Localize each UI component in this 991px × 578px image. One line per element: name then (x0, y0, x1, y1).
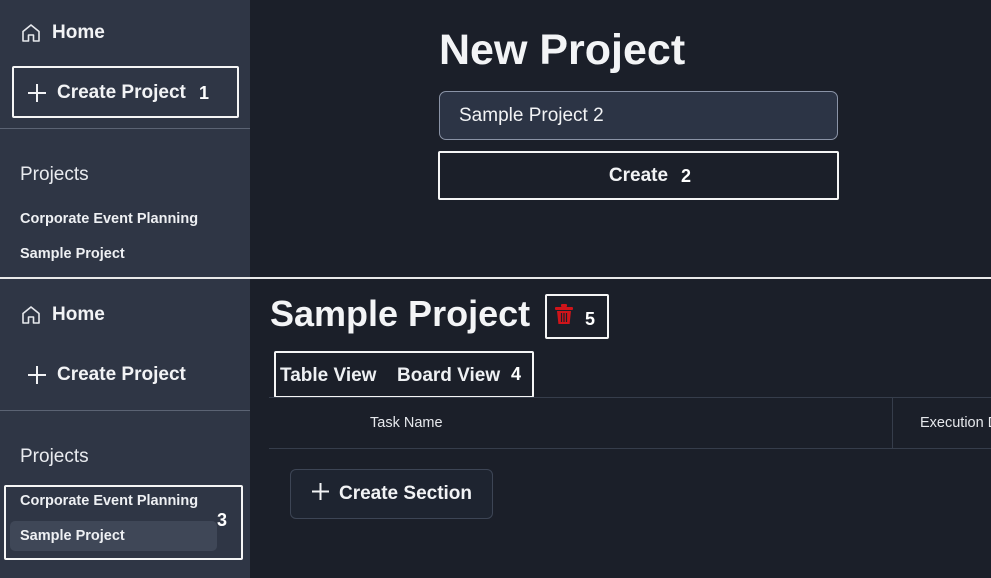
nav-home[interactable]: Home (20, 304, 105, 326)
column-header-execution-date: Execution D (920, 415, 991, 431)
nav-home[interactable]: Home (20, 22, 105, 44)
annotation-number-4: 4 (511, 364, 522, 384)
annotation-number-5: 5 (585, 309, 596, 329)
plus-icon (311, 482, 330, 507)
annotation-number-2: 2 (681, 166, 692, 186)
projects-heading: Projects (20, 164, 89, 185)
project-view: Sample Project 5 Table View Board View 4… (250, 279, 991, 578)
page-title: New Project (439, 26, 686, 74)
sidebar-project-corporate-event-planning[interactable]: Corporate Event Planning (20, 211, 198, 227)
annotation-box-5 (545, 294, 609, 339)
sidebar-divider (0, 410, 250, 411)
table-header-top-border (269, 397, 991, 398)
annotation-number-1: 1 (199, 83, 210, 103)
new-project-form: New Project Create 2 (250, 0, 991, 279)
project-title: Sample Project (270, 293, 531, 334)
nav-home-label: Home (52, 304, 105, 325)
projects-heading: Projects (20, 446, 89, 467)
nav-home-label: Home (52, 22, 105, 43)
sidebar-divider (0, 128, 250, 129)
sidebar: Home Create Project Projects Corporate E… (0, 279, 250, 578)
sidebar-project-sample-project[interactable]: Sample Project (20, 246, 125, 262)
home-icon (20, 304, 42, 326)
top-panel: Home Create Project 1 Projects Corporate… (0, 0, 991, 279)
plus-icon (27, 365, 47, 385)
create-project-label: Create Project (57, 364, 186, 385)
annotation-box-2 (438, 151, 839, 200)
column-header-task-name: Task Name (370, 415, 443, 431)
create-project-button[interactable]: Create Project (27, 364, 186, 386)
home-icon (20, 22, 42, 44)
annotation-box-3 (4, 485, 243, 560)
annotation-box-4 (274, 351, 534, 398)
annotation-number-3: 3 (217, 510, 228, 530)
bottom-panel: Home Create Project Projects Corporate E… (0, 279, 991, 578)
create-section-label: Create Section (338, 483, 473, 504)
create-section-button[interactable]: Create Section (290, 469, 493, 519)
project-name-input[interactable] (439, 91, 838, 140)
column-separator (892, 397, 893, 448)
table-header-bottom-border (269, 448, 991, 449)
sidebar: Home Create Project 1 Projects Corporate… (0, 0, 250, 279)
